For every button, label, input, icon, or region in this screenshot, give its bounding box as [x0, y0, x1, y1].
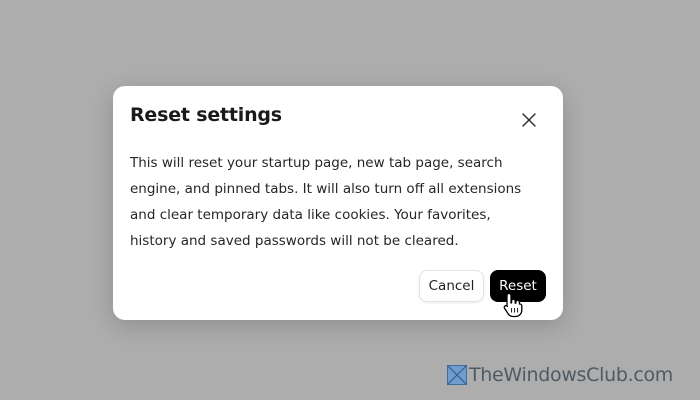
dialog-title: Reset settings	[130, 104, 282, 126]
watermark-text: TheWindowsClub.com	[469, 364, 674, 386]
close-button[interactable]	[517, 108, 541, 132]
cancel-button[interactable]: Cancel	[419, 270, 484, 302]
hand-pointer-icon	[503, 292, 523, 318]
watermark: TheWindowsClub.com	[447, 362, 673, 388]
dialog-message: This will reset your startup page, new t…	[130, 155, 522, 249]
close-icon	[522, 113, 536, 127]
windows-club-logo-icon	[447, 365, 467, 385]
reset-settings-dialog: Reset settings This will reset your star…	[113, 86, 563, 320]
